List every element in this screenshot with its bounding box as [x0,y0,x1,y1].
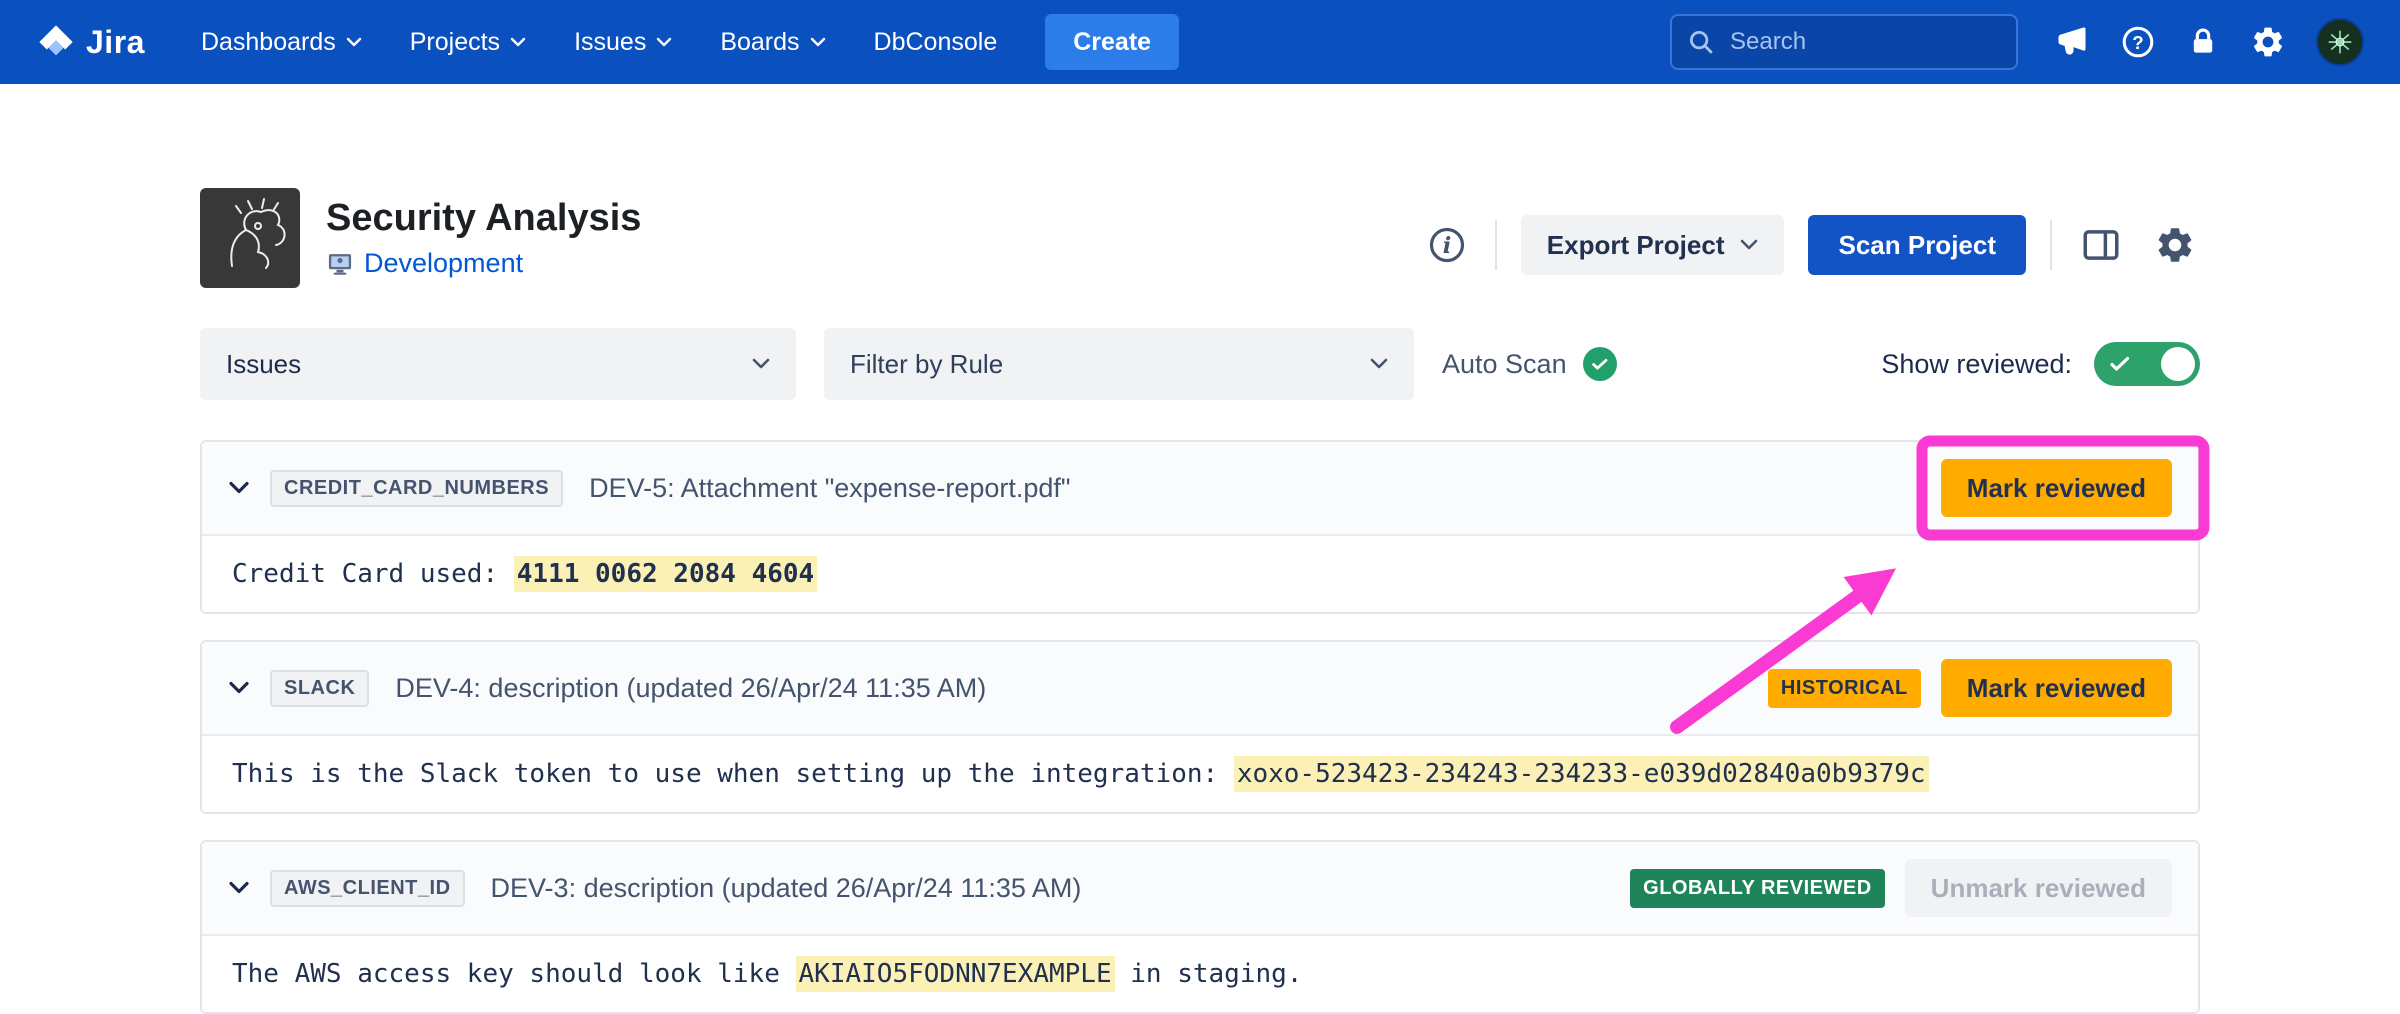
finding-card-slack: SLACK DEV-4: description (updated 26/Apr… [200,640,2200,814]
finding-card-aws: AWS_CLIENT_ID DEV-3: description (update… [200,840,2200,1014]
finding-actions: Mark reviewed [1941,459,2172,517]
user-avatar[interactable] [2316,18,2364,66]
jira-logo-text: Jira [86,24,145,61]
page-title: Security Analysis [326,197,641,240]
finding-header[interactable]: CREDIT_CARD_NUMBERS DEV-5: Attachment "e… [202,442,2198,536]
vertical-divider [1495,220,1497,270]
issues-select[interactable]: Issues [200,328,796,400]
export-project-button[interactable]: Export Project [1521,215,1785,275]
finding-body: Credit Card used: 4111 0062 2084 4604 [202,536,2198,612]
chevron-down-icon [1740,239,1758,251]
secret-highlight: AKIAIO5FODNN7EXAMPLE [796,956,1115,992]
show-reviewed-control: Show reviewed: [1881,342,2200,386]
vertical-divider [2050,220,2052,270]
nav-item-projects[interactable]: Projects [410,28,526,57]
scan-project-button[interactable]: Scan Project [1808,215,2026,275]
chevron-down-icon [510,37,526,48]
issues-select-value: Issues [226,349,301,380]
svg-text:?: ? [2132,32,2143,53]
findings-list: CREDIT_CARD_NUMBERS DEV-5: Attachment "e… [200,440,2200,1014]
auto-scan-label: Auto Scan [1442,349,1567,380]
mark-reviewed-button[interactable]: Mark reviewed [1941,459,2172,517]
svg-text:i: i [1442,233,1451,259]
finding-title: DEV-5: Attachment "expense-report.pdf" [589,473,1070,504]
project-link[interactable]: Development [364,248,523,279]
monitor-icon [326,250,354,278]
gear-icon[interactable] [2150,220,2200,270]
finding-actions: GLOBALLY REVIEWED Unmark reviewed [1630,859,2172,917]
finding-header[interactable]: AWS_CLIENT_ID DEV-3: description (update… [202,842,2198,936]
chevron-down-icon [1370,358,1388,370]
search-input[interactable] [1670,14,2018,70]
check-icon [1583,347,1617,381]
status-badge-historical: HISTORICAL [1768,669,1921,708]
chevron-down-icon [752,358,770,370]
finding-text: in staging. [1115,959,1303,989]
secret-highlight: xoxo-523423-234243-234233-e039d02840a0b9… [1234,756,1929,792]
show-reviewed-label: Show reviewed: [1881,349,2072,380]
nav-item-label: Issues [574,28,646,57]
jira-logo[interactable]: Jira [36,22,145,62]
secret-highlight: 4111 0062 2084 4604 [514,556,817,592]
finding-title: DEV-4: description (updated 26/Apr/24 11… [395,673,986,704]
finding-header[interactable]: SLACK DEV-4: description (updated 26/Apr… [202,642,2198,736]
lock-icon[interactable] [2186,25,2220,59]
filter-row: Issues Filter by Rule Auto Scan Show rev… [200,328,2200,400]
finding-text: This is the Slack token to use when sett… [232,759,1234,789]
main-content: Security Analysis Development [200,188,2200,1014]
nav-item-label: DbConsole [874,28,998,57]
gear-icon[interactable] [2250,24,2286,60]
create-button[interactable]: Create [1045,14,1179,70]
finding-text: Credit Card used: [232,559,514,589]
finding-card-credit-card: CREDIT_CARD_NUMBERS DEV-5: Attachment "e… [200,440,2200,614]
project-avatar [200,188,300,288]
chevron-down-icon [656,37,672,48]
chevron-down-icon[interactable] [228,481,250,495]
finding-body: The AWS access key should look like AKIA… [202,936,2198,1012]
panel-icon[interactable] [2076,220,2126,270]
help-icon[interactable]: ? [2120,24,2156,60]
auto-scan-status: Auto Scan [1442,347,1617,381]
navbar-icon-group: ? [2054,18,2364,66]
chevron-down-icon [810,37,826,48]
megaphone-icon[interactable] [2054,24,2090,60]
rule-badge: SLACK [270,670,369,707]
nav-item-label: Dashboards [201,28,336,57]
toggle-knob [2161,347,2195,381]
rule-filter-select[interactable]: Filter by Rule [824,328,1414,400]
unmark-reviewed-button[interactable]: Unmark reviewed [1905,859,2172,917]
finding-body: This is the Slack token to use when sett… [202,736,2198,812]
rule-badge: AWS_CLIENT_ID [270,870,465,907]
nav-item-issues[interactable]: Issues [574,28,672,57]
mark-reviewed-button[interactable]: Mark reviewed [1941,659,2172,717]
export-project-label: Export Project [1547,230,1725,261]
top-navbar: Jira Dashboards Projects Issues Boards D… [0,0,2400,84]
project-header: Security Analysis Development [200,188,2200,288]
rule-filter-value: Filter by Rule [850,349,1003,380]
project-link-row: Development [326,248,641,279]
status-badge-globally-reviewed: GLOBALLY REVIEWED [1630,869,1885,908]
rule-badge: CREDIT_CARD_NUMBERS [270,470,563,507]
show-reviewed-toggle[interactable] [2094,342,2200,386]
chevron-down-icon [346,37,362,48]
title-block: Security Analysis Development [326,197,641,279]
nav-item-label: Boards [720,28,799,57]
chevron-down-icon[interactable] [228,881,250,895]
info-icon[interactable]: i [1423,221,1471,269]
finding-title: DEV-3: description (updated 26/Apr/24 11… [491,873,1082,904]
jira-logo-icon [36,22,76,62]
nav-item-boards[interactable]: Boards [720,28,825,57]
nav-item-dbconsole[interactable]: DbConsole [874,28,998,57]
nav-item-dashboards[interactable]: Dashboards [201,28,362,57]
nav-item-label: Projects [410,28,500,57]
chevron-down-icon[interactable] [228,681,250,695]
check-icon [2110,356,2130,372]
header-actions: i Export Project Scan Project [1423,215,2200,275]
finding-actions: HISTORICAL Mark reviewed [1768,659,2172,717]
nav-menu: Dashboards Projects Issues Boards DbCons… [201,28,997,57]
global-search [1670,14,2018,70]
finding-text: The AWS access key should look like [232,959,796,989]
